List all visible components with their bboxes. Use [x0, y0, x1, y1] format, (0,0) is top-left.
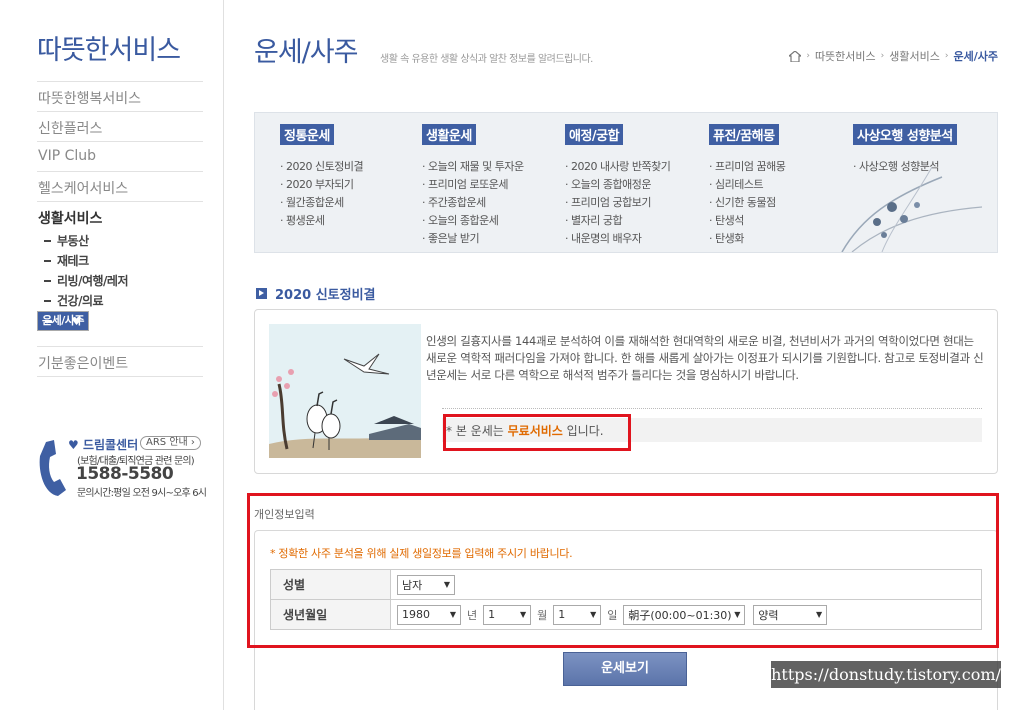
sub-item-health[interactable]: 건강/의료 [37, 291, 203, 311]
sidebar-item-shinhan-plus[interactable]: 신한플러스 [38, 118, 102, 138]
category-link[interactable]: · 프리미엄 로또운세 [422, 176, 524, 194]
home-icon[interactable] [789, 50, 802, 62]
breadcrumb-sep: › [880, 51, 885, 61]
divider [37, 171, 203, 172]
play-icon [256, 288, 267, 299]
category-head[interactable]: 정통운세 [280, 124, 334, 145]
callcenter-box: ♥ 드림콜센터 ARS 안내 › (보험/대출/퇴직연금 관련 문의) 1588… [36, 434, 216, 504]
fortune-submit-button[interactable]: 운세보기 [563, 652, 687, 686]
ars-guide-button[interactable]: ARS 안내 › [140, 436, 201, 450]
category-link[interactable]: · 월간종합운세 [280, 194, 363, 212]
sidebar-item-event[interactable]: 기분좋은이벤트 [38, 353, 128, 373]
breadcrumb-item[interactable]: 생활서비스 [889, 48, 940, 64]
category-link[interactable]: · 프리미엄 꿈해몽 [709, 158, 786, 176]
category-head[interactable]: 생활운세 [422, 124, 476, 145]
breadcrumb-sep: › [806, 51, 810, 61]
category-link[interactable]: · 내운명의 배우자 [565, 230, 670, 248]
sub-item-real-estate[interactable]: 부동산 [37, 231, 203, 251]
category-link[interactable]: · 신기한 동물점 [709, 194, 785, 212]
breadcrumb: › 따뜻한서비스 › 생활서비스 › 운세/사주 [789, 48, 998, 64]
sidebar-item-vip-club[interactable]: VIP Club [38, 148, 96, 164]
category-column: 애정/궁합 · 2020 내사랑 반쪽찾기 · 오늘의 종합애정운 · 프리미엄… [565, 124, 671, 248]
sub-item-finance[interactable]: 재테크 [37, 251, 203, 271]
sub-nav: 부동산 재테크 리빙/여행/레저 건강/의료 운세/사주 ♥ [37, 231, 203, 331]
intro-box: 인생의 길흉지사를 144괘로 분석하여 이를 재해석한 현대역학의 새로운 비… [254, 309, 998, 474]
category-link[interactable]: · 오늘의 종합운세 [422, 212, 524, 230]
phone-icon [39, 440, 66, 496]
breadcrumb-item[interactable]: 따뜻한서비스 [815, 48, 876, 64]
crane-illustration [269, 324, 421, 458]
highlight-box [443, 414, 631, 451]
category-head[interactable]: 퓨전/꿈해몽 [709, 124, 779, 145]
category-link[interactable]: · 좋은날 받기 [422, 230, 524, 248]
category-link[interactable]: · 2020 부자되기 [280, 176, 363, 194]
category-link[interactable]: · 오늘의 종합애정운 [565, 176, 670, 194]
section-title: 2020 신토정비결 [256, 284, 376, 303]
category-link[interactable]: · 2020 신토정비결 [280, 158, 364, 176]
divider [37, 141, 203, 142]
divider [37, 376, 203, 377]
sidebar-item-life-service[interactable]: 생활서비스 [38, 208, 102, 228]
page: 따뜻한서비스 따뜻한행복서비스 신한플러스 VIP Club 헬스케어서비스 생… [0, 0, 1035, 710]
highlight-box [247, 493, 999, 648]
sidebar-item-happy-service[interactable]: 따뜻한행복서비스 [38, 88, 141, 108]
category-link[interactable]: · 프리미엄 궁합보기 [565, 194, 670, 212]
divider [37, 81, 203, 82]
watermark: https://donstudy.tistory.com/ [771, 661, 1001, 688]
orchid-decoration [841, 166, 983, 252]
category-head[interactable]: 애정/궁합 [565, 124, 624, 145]
category-link[interactable]: · 오늘의 재물 및 투자운 [422, 158, 524, 176]
category-link[interactable]: · 탄생석 [709, 212, 785, 230]
callcenter-hours: 문의시간:평일 오전 9시~오후 6시 [77, 488, 207, 499]
category-link[interactable]: · 별자리 궁합 [565, 212, 670, 230]
divider [442, 408, 982, 409]
category-link[interactable]: · 탄생화 [709, 230, 785, 248]
breadcrumb-sep: › [944, 51, 949, 61]
sub-item-fortune[interactable]: 운세/사주 ♥ [37, 311, 89, 331]
category-column: 정통운세 · 2020 신토정비결 · 2020 부자되기 · 월간종합운세 ·… [280, 124, 364, 230]
category-link[interactable]: · 심리테스트 [709, 176, 785, 194]
callcenter-number: 1588-5580 [76, 464, 174, 484]
divider [37, 111, 203, 112]
heart-icon: ♥ [71, 315, 82, 328]
sidebar-item-healthcare[interactable]: 헬스케어서비스 [38, 178, 128, 198]
category-panel: 정통운세 · 2020 신토정비결 · 2020 부자되기 · 월간종합운세 ·… [254, 112, 998, 253]
category-link[interactable]: · 주간종합운세 [422, 194, 524, 212]
breadcrumb-current: 운세/사주 [953, 50, 999, 63]
category-link[interactable]: · 2020 내사랑 반쪽찾기 [565, 158, 671, 176]
category-column: 퓨전/꿈해몽 · 프리미엄 꿈해몽 · 심리테스트 · 신기한 동물점 · 탄생… [709, 124, 786, 248]
sidebar: 따뜻한서비스 따뜻한행복서비스 신한플러스 VIP Club 헬스케어서비스 생… [0, 0, 224, 710]
sidebar-brand[interactable]: 따뜻한서비스 [37, 28, 181, 67]
callcenter-title: ♥ 드림콜센터 [68, 438, 139, 452]
sub-item-living[interactable]: 리빙/여행/레저 [37, 271, 203, 291]
divider [37, 346, 203, 347]
category-column: 생활운세 · 오늘의 재물 및 투자운 · 프리미엄 로또운세 · 주간종합운세… [422, 124, 524, 248]
intro-description: 인생의 길흉지사를 144괘로 분석하여 이를 재해석한 현대역학의 새로운 비… [426, 334, 984, 382]
category-head[interactable]: 사상오행 성향분석 [853, 124, 957, 145]
page-title: 운세/사주 [254, 37, 358, 68]
page-subtitle: 생활 속 유용한 생활 상식과 알찬 정보를 알려드립니다. [380, 54, 593, 65]
divider [37, 201, 203, 202]
category-link[interactable]: · 평생운세 [280, 212, 363, 230]
